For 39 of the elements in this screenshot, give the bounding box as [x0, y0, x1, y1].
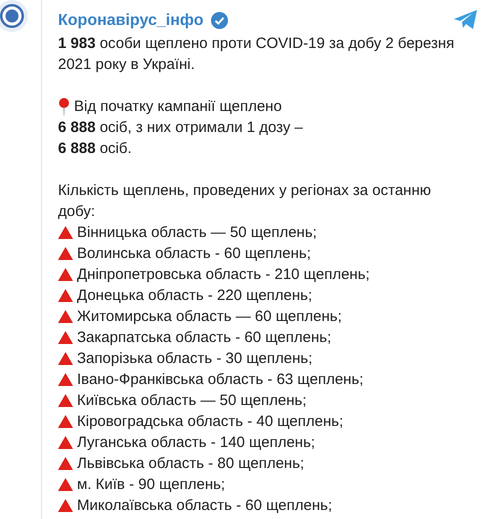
message-text: Від початку кампанії щеплено [74, 97, 282, 117]
region-entry: Запорізька область - 30 щеплень; [77, 349, 312, 369]
triangle-icon [58, 415, 73, 428]
region-entry: Дніпропетровська область - 210 щеплень; [77, 265, 370, 285]
message-text: 6 888 осіб. [58, 139, 132, 159]
triangle-icon [58, 310, 73, 323]
pushpin-icon [58, 98, 70, 116]
triangle-icon [58, 226, 73, 239]
channel-name[interactable]: Коронавірус_інфо [58, 12, 204, 30]
region-entry: Донецька область - 220 щеплень; [77, 286, 312, 306]
region-entry: м. Київ - 90 щеплень; [77, 475, 226, 495]
region-entry: Київська область — 50 щеплень; [77, 391, 307, 411]
message-text: Кількість щеплень, проведених у регіонах за останню [58, 181, 431, 201]
triangle-icon [58, 373, 73, 386]
triangle-icon [58, 499, 73, 512]
region-entry: Волинська область - 60 щеплень; [77, 244, 311, 264]
region-entry: Львівська область - 80 щеплень; [77, 454, 304, 474]
triangle-icon [58, 478, 73, 491]
region-entry: Миколаївська область - 60 щеплень; [77, 496, 332, 516]
triangle-icon [58, 247, 73, 260]
region-entry: Вінницька область — 50 щеплень; [77, 223, 317, 243]
triangle-icon [58, 289, 73, 302]
message-text: добу: [58, 202, 96, 222]
triangle-icon [58, 436, 73, 449]
message-text: 2021 року в Україні. [58, 55, 195, 75]
message-text: 6 888 осіб, з них отримали 1 дозу – [58, 118, 303, 138]
triangle-icon [58, 394, 73, 407]
avatar-icon [0, 0, 30, 34]
region-entry: Житомирська область — 60 щеплень; [77, 307, 342, 327]
region-entry: Івано-Франківська область - 63 щеплень; [77, 370, 364, 390]
telegram-icon[interactable] [454, 10, 478, 30]
triangle-icon [58, 457, 73, 470]
region-entry: Закарпатська область - 60 щеплень; [77, 328, 332, 348]
triangle-icon [58, 331, 73, 344]
triangle-icon [58, 352, 73, 365]
triangle-icon [58, 268, 73, 281]
message-text: 1 983 особи щеплено проти COVID-19 за добу 2 березня [58, 34, 454, 54]
region-entry: Кіровоградська область - 40 щеплень; [77, 412, 344, 432]
region-entry: Луганська область - 140 щеплень; [77, 433, 316, 453]
